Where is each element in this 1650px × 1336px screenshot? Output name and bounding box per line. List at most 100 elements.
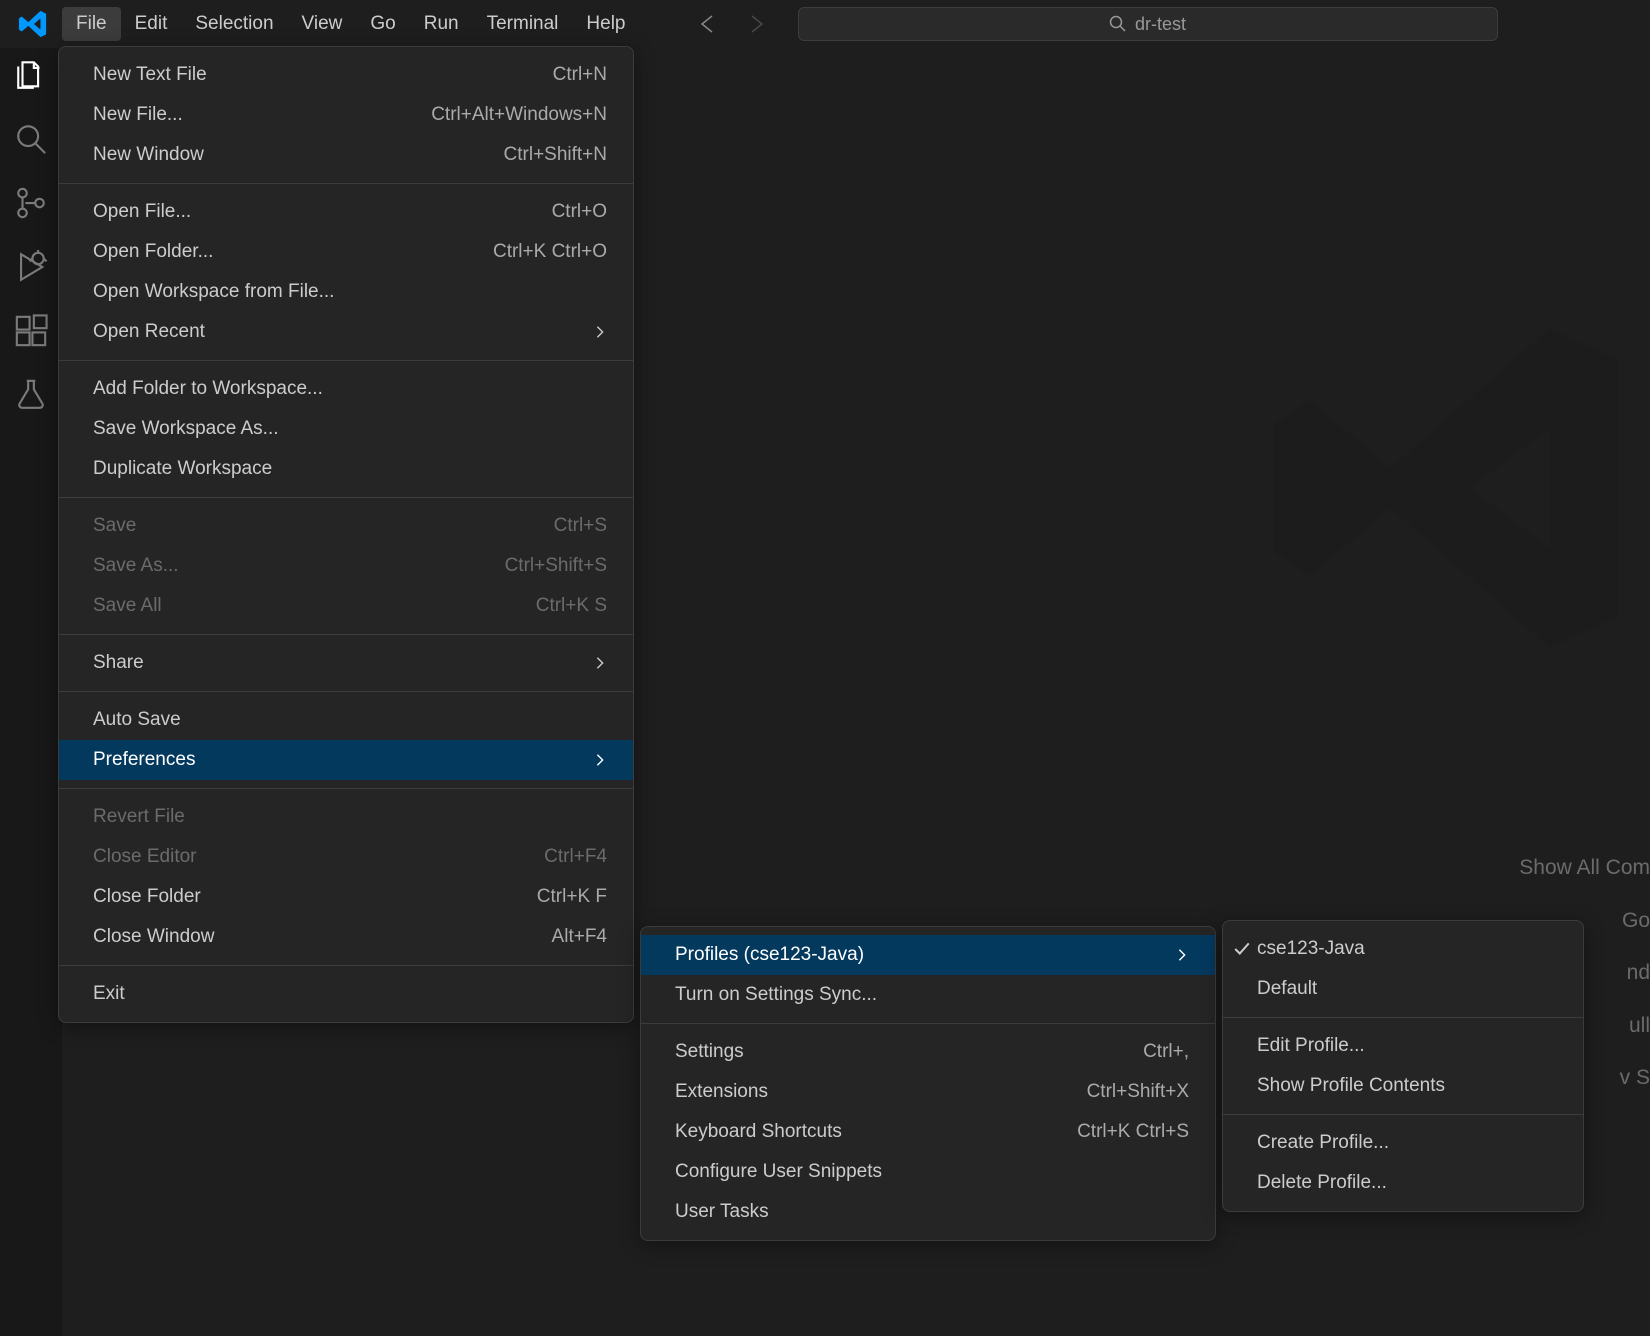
menu-item-shortcut: Ctrl+S — [554, 515, 607, 537]
menu-item-label: Save As... — [93, 555, 179, 577]
profiles-menu-item-create-profile[interactable]: Create Profile... — [1223, 1123, 1583, 1163]
search-icon — [1109, 15, 1127, 33]
menu-edit[interactable]: Edit — [121, 7, 182, 41]
menu-item-label: cse123-Java — [1257, 938, 1365, 960]
menu-item-label: User Tasks — [675, 1201, 769, 1223]
file-menu-item-preferences[interactable]: Preferences — [59, 740, 633, 780]
menu-separator — [1223, 1017, 1583, 1018]
file-menu-item-duplicate-workspace[interactable]: Duplicate Workspace — [59, 449, 633, 489]
file-menu-item-open-workspace-from-file[interactable]: Open Workspace from File... — [59, 272, 633, 312]
menu-terminal[interactable]: Terminal — [473, 7, 573, 41]
menu-item-label: Save Workspace As... — [93, 418, 279, 440]
file-menu-item-share[interactable]: Share — [59, 643, 633, 683]
prefs-menu-item-configure-user-snippets[interactable]: Configure User Snippets — [641, 1152, 1215, 1192]
prefs-menu-item-profiles-cse123-java[interactable]: Profiles (cse123-Java) — [641, 935, 1215, 975]
menu-item-shortcut: Ctrl+Shift+N — [504, 144, 607, 166]
nav-forward-icon[interactable] — [744, 12, 768, 36]
menubar: File Edit Selection View Go Run Terminal… — [0, 0, 1650, 48]
profiles-menu-item-delete-profile[interactable]: Delete Profile... — [1223, 1163, 1583, 1203]
prefs-menu-item-extensions[interactable]: Extensions Ctrl+Shift+X — [641, 1072, 1215, 1112]
menu-item-label: Exit — [93, 983, 125, 1005]
file-menu-item-auto-save[interactable]: Auto Save — [59, 700, 633, 740]
menu-item-label: Add Folder to Workspace... — [93, 378, 323, 400]
menu-item-label: Turn on Settings Sync... — [675, 984, 877, 1006]
menu-item-label: Create Profile... — [1257, 1132, 1389, 1154]
menu-help[interactable]: Help — [572, 7, 639, 41]
menu-item-label: Open Workspace from File... — [93, 281, 334, 303]
search-text: dr-test — [1135, 14, 1186, 35]
profiles-submenu: cse123-Java Default Edit Profile... Show Pr… — [1222, 920, 1584, 1212]
menu-separator — [59, 360, 633, 361]
menu-item-shortcut: Ctrl+Shift+X — [1087, 1081, 1189, 1103]
prefs-menu-item-keyboard-shortcuts[interactable]: Keyboard Shortcuts Ctrl+K Ctrl+S — [641, 1112, 1215, 1152]
menu-item-label: Save — [93, 515, 136, 537]
source-control-icon[interactable] — [14, 186, 48, 220]
menu-item-label: New Window — [93, 144, 204, 166]
file-menu-item-open-folder[interactable]: Open Folder... Ctrl+K Ctrl+O — [59, 232, 633, 272]
menu-item-label: New Text File — [93, 64, 207, 86]
menu-file[interactable]: File — [62, 7, 121, 41]
menu-item-label: Auto Save — [93, 709, 181, 731]
profiles-menu-item-cse123-java[interactable]: cse123-Java — [1223, 929, 1583, 969]
testing-icon[interactable] — [14, 378, 48, 412]
menu-separator — [59, 183, 633, 184]
menu-go[interactable]: Go — [356, 7, 409, 41]
menu-item-label: Configure User Snippets — [675, 1161, 882, 1183]
menu-item-label: Share — [93, 652, 144, 674]
menu-item-shortcut: Ctrl+N — [553, 64, 607, 86]
profiles-menu-item-edit-profile[interactable]: Edit Profile... — [1223, 1026, 1583, 1066]
file-menu-item-new-window[interactable]: New Window Ctrl+Shift+N — [59, 135, 633, 175]
menu-item-label: Close Editor — [93, 846, 197, 868]
menu-item-label: Close Window — [93, 926, 214, 948]
file-menu-item-exit[interactable]: Exit — [59, 974, 633, 1014]
menu-item-shortcut: Ctrl+Shift+S — [505, 555, 607, 577]
menu-separator — [1223, 1114, 1583, 1115]
debug-icon[interactable] — [14, 250, 48, 284]
file-menu-item-open-recent[interactable]: Open Recent — [59, 312, 633, 352]
file-menu-item-new-text-file[interactable]: New Text File Ctrl+N — [59, 55, 633, 95]
extensions-icon[interactable] — [14, 314, 48, 348]
profiles-menu-item-default[interactable]: Default — [1223, 969, 1583, 1009]
menu-item-label: Extensions — [675, 1081, 768, 1103]
menu-item-label: Profiles (cse123-Java) — [675, 944, 864, 966]
file-menu-item-save: Save Ctrl+S — [59, 506, 633, 546]
menu-view[interactable]: View — [288, 7, 357, 41]
file-menu-item-close-editor: Close Editor Ctrl+F4 — [59, 837, 633, 877]
menu-item-label: Close Folder — [93, 886, 201, 908]
menu-item-shortcut: Ctrl+Alt+Windows+N — [431, 104, 607, 126]
menu-item-label: Open File... — [93, 201, 191, 223]
menu-selection[interactable]: Selection — [181, 7, 287, 41]
menu-item-shortcut: Ctrl+K F — [537, 886, 607, 908]
file-menu-item-add-folder-to-workspace[interactable]: Add Folder to Workspace... — [59, 369, 633, 409]
menu-item-label: Preferences — [93, 749, 195, 771]
menu-separator — [59, 634, 633, 635]
search-activity-icon[interactable] — [14, 122, 48, 156]
menu-item-shortcut: Ctrl+F4 — [544, 846, 607, 868]
explorer-icon[interactable] — [14, 58, 48, 92]
file-menu-item-close-window[interactable]: Close WindowAlt+F4 — [59, 917, 633, 957]
search-box[interactable]: dr-test — [798, 7, 1498, 41]
file-menu-item-close-folder[interactable]: Close Folder Ctrl+K F — [59, 877, 633, 917]
menu-item-label: Default — [1257, 978, 1317, 1000]
profiles-menu-item-show-profile-contents[interactable]: Show Profile Contents — [1223, 1066, 1583, 1106]
vscode-watermark-icon — [1250, 288, 1650, 688]
nav-back-icon[interactable] — [696, 12, 720, 36]
prefs-menu-item-settings[interactable]: SettingsCtrl+, — [641, 1032, 1215, 1072]
menu-item-shortcut: Ctrl+K Ctrl+S — [1077, 1121, 1189, 1143]
activity-bar — [0, 48, 62, 1336]
menu-item-label: Settings — [675, 1041, 744, 1063]
prefs-menu-item-turn-on-settings-sync[interactable]: Turn on Settings Sync... — [641, 975, 1215, 1015]
menu-item-label: Keyboard Shortcuts — [675, 1121, 842, 1143]
menu-item-shortcut: Ctrl+K Ctrl+O — [493, 241, 607, 263]
menu-item-label: Open Folder... — [93, 241, 213, 263]
file-menu-item-save-workspace-as[interactable]: Save Workspace As... — [59, 409, 633, 449]
menu-item-label: Show Profile Contents — [1257, 1075, 1445, 1097]
file-menu-item-new-file[interactable]: New File... Ctrl+Alt+Windows+N — [59, 95, 633, 135]
menu-separator — [59, 788, 633, 789]
prefs-menu-item-user-tasks[interactable]: User Tasks — [641, 1192, 1215, 1232]
menu-run[interactable]: Run — [410, 7, 473, 41]
menu-item-label: New File... — [93, 104, 183, 126]
menu-item-shortcut: Ctrl+O — [552, 201, 607, 223]
file-menu-item-save-all: Save AllCtrl+K S — [59, 586, 633, 626]
file-menu-item-open-file[interactable]: Open File... Ctrl+O — [59, 192, 633, 232]
